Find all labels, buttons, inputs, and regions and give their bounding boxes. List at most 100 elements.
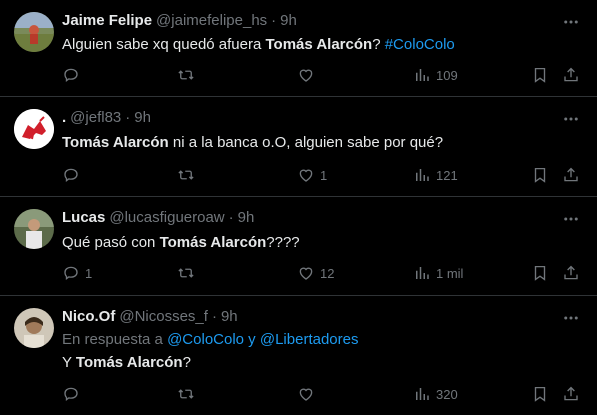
separator-dot: · — [211, 308, 217, 325]
bookmark-icon — [534, 386, 546, 402]
bold-name: Tomás Alarcón — [62, 134, 169, 151]
reply-icon — [64, 266, 78, 280]
like-button[interactable]: 12 — [297, 262, 334, 284]
text-segment: Alguien sabe xq quedó afuera — [62, 36, 266, 53]
reply-icon — [64, 387, 78, 401]
more-options-icon[interactable] — [561, 109, 581, 129]
text-segment: ni a la banca o.O, alguien sabe por qué? — [168, 134, 444, 151]
avatar[interactable] — [14, 109, 54, 149]
reply-icon — [64, 68, 78, 82]
views-icon — [416, 267, 429, 279]
bookmark-button[interactable] — [531, 164, 549, 186]
views-button[interactable]: 121 — [413, 164, 458, 186]
reply-conjunction: y — [244, 331, 260, 348]
mention-link[interactable]: @ColoColo — [167, 331, 244, 348]
hashtag-link[interactable]: #ColoColo — [385, 36, 455, 53]
retweet-button[interactable] — [177, 164, 200, 186]
heart-icon — [299, 69, 313, 82]
display-name[interactable]: Jaime Felipe — [62, 12, 152, 29]
bookmark-button[interactable] — [531, 64, 549, 86]
views-button[interactable]: 320 — [413, 383, 458, 405]
bold-name: Tomás Alarcón — [159, 234, 267, 251]
view-count: 1 mil — [436, 265, 464, 281]
heart-icon — [299, 388, 313, 401]
user-handle[interactable]: @jefl83 — [70, 109, 121, 126]
retweet-icon — [178, 70, 194, 80]
tweet[interactable]: . @jefl83 · 9h Tomás Alarcón ni a la ban… — [0, 97, 597, 197]
reply-prefix: En respuesta a — [62, 331, 168, 348]
timestamp[interactable]: 9h — [134, 109, 151, 126]
tweet-header: Lucas @lucasfigueroaw · 9h — [62, 209, 254, 226]
bookmark-button[interactable] — [531, 262, 549, 284]
timestamp[interactable]: 9h — [221, 308, 238, 325]
tweet-header: Nico.Of @Nicosses_f · 9h — [62, 308, 238, 325]
reply-button[interactable]: 1 — [62, 262, 92, 284]
tweet[interactable]: Nico.Of @Nicosses_f · 9h En respuesta a … — [0, 296, 597, 415]
more-options-icon[interactable] — [561, 12, 581, 32]
reply-icon — [64, 168, 78, 182]
share-button[interactable] — [562, 383, 580, 405]
avatar[interactable] — [14, 12, 54, 52]
like-count: 12 — [320, 265, 335, 281]
bold-name: Tomás Alarcón — [265, 36, 373, 53]
timestamp[interactable]: 9h — [280, 12, 297, 29]
display-name[interactable]: Nico.Of — [62, 308, 115, 325]
separator-dot: · — [228, 209, 234, 226]
views-icon — [416, 388, 429, 400]
user-handle[interactable]: @Nicosses_f — [119, 308, 208, 325]
bold-name: Tomás Alarcón — [75, 354, 183, 371]
retweet-icon — [178, 170, 194, 180]
heart-icon — [299, 267, 313, 280]
reply-button[interactable] — [62, 64, 85, 86]
view-count: 320 — [436, 386, 458, 402]
tweet[interactable]: Jaime Felipe @jaimefelipe_hs · 9h Alguie… — [0, 0, 597, 97]
avatar[interactable] — [14, 209, 54, 249]
action-bar: 1 121 — [0, 164, 597, 186]
share-icon — [564, 265, 578, 280]
reply-button[interactable] — [62, 164, 85, 186]
user-handle[interactable]: @jaimefelipe_hs — [156, 12, 267, 29]
text-segment: ? — [182, 354, 191, 371]
like-count: 1 — [320, 167, 328, 183]
share-icon — [564, 167, 578, 182]
action-bar: 109 — [0, 64, 597, 86]
reply-count: 1 — [85, 265, 93, 281]
tweet-header: Jaime Felipe @jaimefelipe_hs · 9h — [62, 12, 297, 29]
user-handle[interactable]: @lucasfigueroaw — [109, 209, 224, 226]
more-options-icon[interactable] — [561, 209, 581, 229]
text-segment: Y — [62, 354, 76, 371]
text-segment: ???? — [266, 234, 300, 251]
like-button[interactable] — [297, 383, 320, 405]
reply-button[interactable] — [62, 383, 85, 405]
tweet-text: Tomás Alarcón ni a la banca o.O, alguien… — [62, 134, 443, 151]
views-button[interactable]: 109 — [413, 64, 458, 86]
share-icon — [564, 386, 578, 401]
separator-dot: · — [271, 12, 277, 29]
action-bar: 1 12 1 mil — [0, 262, 597, 284]
separator-dot: · — [125, 109, 131, 126]
reply-context: En respuesta a @ColoColo y @Libertadores — [62, 331, 358, 348]
more-options-icon[interactable] — [561, 308, 581, 328]
bookmark-icon — [534, 167, 546, 183]
tweet-feed: Jaime Felipe @jaimefelipe_hs · 9h Alguie… — [0, 0, 597, 415]
bookmark-button[interactable] — [531, 383, 549, 405]
like-button[interactable]: 1 — [297, 164, 327, 186]
bookmark-icon — [534, 67, 546, 83]
share-button[interactable] — [562, 64, 580, 86]
mention-link[interactable]: @Libertadores — [260, 331, 359, 348]
views-button[interactable]: 1 mil — [413, 262, 463, 284]
like-button[interactable] — [297, 64, 320, 86]
retweet-icon — [178, 268, 194, 278]
tweet[interactable]: Lucas @lucasfigueroaw · 9h Qué pasó con … — [0, 197, 597, 296]
display-name[interactable]: Lucas — [62, 209, 105, 226]
timestamp[interactable]: 9h — [238, 209, 255, 226]
retweet-button[interactable] — [177, 64, 200, 86]
share-button[interactable] — [562, 164, 580, 186]
views-icon — [416, 69, 429, 81]
retweet-button[interactable] — [177, 383, 200, 405]
share-button[interactable] — [562, 262, 580, 284]
text-segment: ? — [372, 36, 385, 53]
retweet-button[interactable] — [177, 262, 200, 284]
avatar[interactable] — [14, 308, 54, 348]
display-name[interactable]: . — [62, 109, 66, 126]
